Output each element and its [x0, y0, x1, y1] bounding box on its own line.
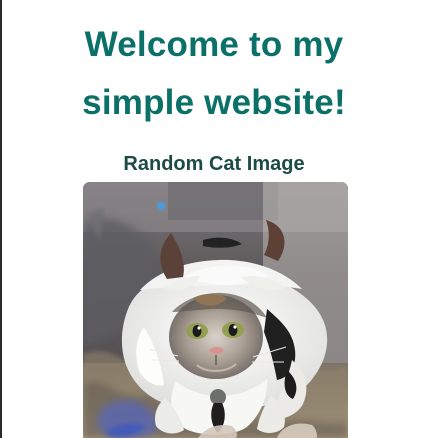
page-title: Welcome to my simple website! — [2, 16, 424, 132]
cat-photo-illustration — [83, 182, 348, 438]
page-title-line-1: Welcome to my — [84, 25, 344, 64]
random-cat-heading: Random Cat Image — [123, 153, 305, 175]
cat-image — [83, 182, 348, 438]
page-title-line-2: simple website! — [82, 83, 346, 122]
browser-viewport: Welcome to my simple website! Random Cat… — [0, 0, 424, 438]
